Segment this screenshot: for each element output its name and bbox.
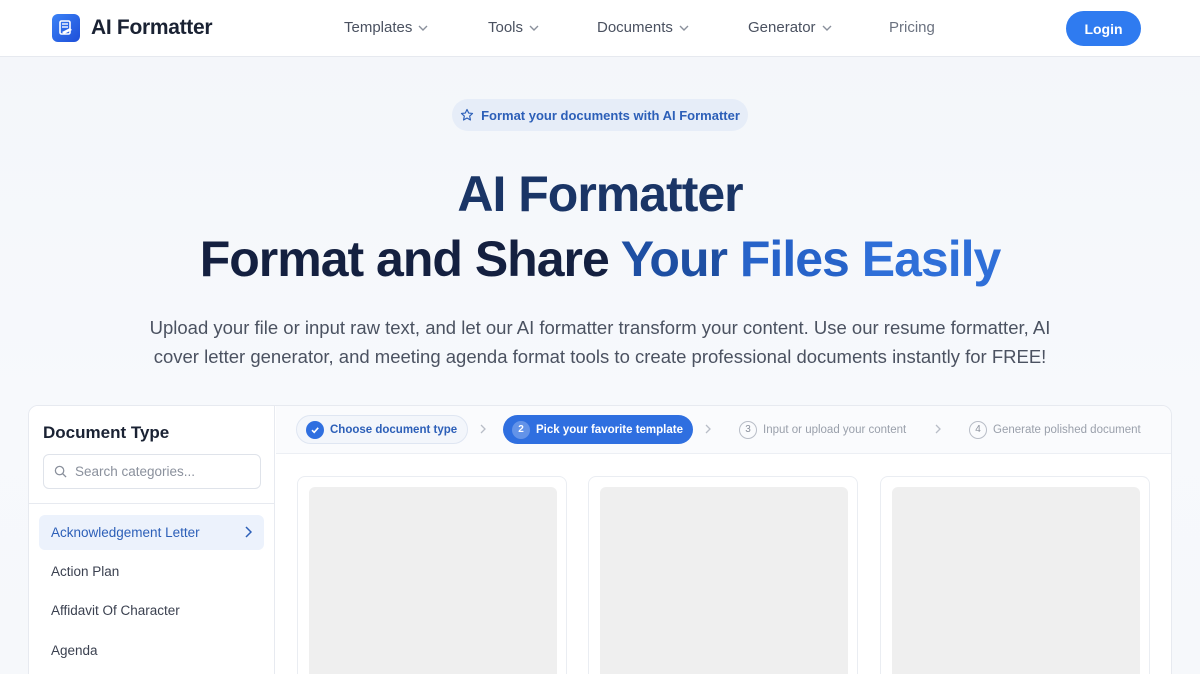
nav-label: Pricing bbox=[889, 19, 935, 36]
subtitle-part: Easily bbox=[861, 231, 1002, 287]
chevron-down-icon bbox=[822, 25, 832, 31]
category-label: Affidavit Of Character bbox=[51, 603, 180, 618]
check-icon bbox=[306, 420, 324, 439]
description-line: Upload your file or input raw text, and … bbox=[149, 317, 1051, 338]
template-card[interactable] bbox=[880, 476, 1150, 674]
step-choose-document-type[interactable]: Choose document type bbox=[296, 415, 469, 444]
template-thumbnail bbox=[309, 487, 557, 674]
category-item-action-plan[interactable]: Action Plan bbox=[39, 554, 264, 589]
chevron-right-icon bbox=[935, 424, 941, 434]
chevron-right-icon bbox=[705, 424, 711, 434]
login-button[interactable]: Login bbox=[1066, 11, 1141, 46]
search-icon bbox=[54, 465, 67, 478]
nav-tools[interactable]: Tools bbox=[488, 19, 539, 36]
subtitle-part: Format and Share bbox=[199, 231, 610, 287]
template-card[interactable] bbox=[297, 476, 567, 674]
nav-pricing[interactable]: Pricing bbox=[889, 19, 935, 36]
template-thumbnail bbox=[600, 487, 848, 674]
top-header: AI Formatter Templates Tools Documents G… bbox=[0, 0, 1200, 57]
description-line: cover letter generator, and meeting agen… bbox=[153, 346, 1047, 367]
nav-documents[interactable]: Documents bbox=[597, 19, 689, 36]
star-icon bbox=[460, 108, 474, 121]
category-label: Action Plan bbox=[51, 564, 120, 579]
chevron-right-icon bbox=[245, 526, 252, 538]
nav-label: Documents bbox=[597, 19, 673, 36]
steps-bar: Choose document type 2 Pick your favorit… bbox=[276, 406, 1171, 454]
brand-logo[interactable]: AI Formatter bbox=[52, 14, 213, 42]
chevron-right-icon bbox=[480, 424, 486, 434]
hero-subtitle: Format and Share Your Files Easily bbox=[0, 229, 1200, 289]
subtitle-part: Files bbox=[739, 231, 850, 287]
logo-icon bbox=[52, 14, 80, 42]
template-card[interactable] bbox=[588, 476, 858, 674]
search-input[interactable] bbox=[75, 464, 255, 479]
hero-title: AI Formatter bbox=[457, 166, 743, 222]
step-number: 3 bbox=[739, 420, 757, 439]
template-thumbnail bbox=[892, 487, 1140, 674]
step-pick-template[interactable]: 2 Pick your favorite template bbox=[503, 415, 693, 444]
category-item-affidavit-of-character[interactable]: Affidavit Of Character bbox=[39, 593, 264, 628]
step-label: Input or upload your content bbox=[763, 423, 907, 436]
step-label: Pick your favorite template bbox=[536, 423, 683, 436]
subtitle-part: Your bbox=[620, 231, 728, 287]
nav-templates[interactable]: Templates bbox=[344, 19, 428, 36]
hero-badge: Format your documents with AI Formatter bbox=[452, 99, 748, 131]
divider bbox=[29, 503, 275, 504]
category-item-acknowledgement-letter[interactable]: Acknowledgement Letter bbox=[39, 515, 264, 550]
nav-label: Templates bbox=[344, 19, 413, 36]
nav-label: Generator bbox=[748, 19, 816, 36]
sidebar-title: Document Type bbox=[43, 423, 170, 442]
hero-description: Upload your file or input raw text, and … bbox=[100, 313, 1100, 371]
chevron-down-icon bbox=[529, 25, 539, 31]
step-label: Choose document type bbox=[330, 423, 458, 436]
nav-generator[interactable]: Generator bbox=[748, 19, 832, 36]
document-type-sidebar: Document Type Acknowledgement Letter Act… bbox=[29, 406, 275, 674]
formatter-panel: Document Type Acknowledgement Letter Act… bbox=[28, 405, 1172, 674]
step-number: 4 bbox=[969, 420, 987, 439]
step-generate-document[interactable]: 4 Generate polished document bbox=[965, 415, 1145, 444]
category-item-agenda[interactable]: Agenda bbox=[39, 633, 264, 668]
nav-label: Tools bbox=[488, 19, 524, 36]
brand-name: AI Formatter bbox=[91, 16, 213, 39]
category-label: Acknowledgement Letter bbox=[51, 525, 200, 540]
step-label: Generate polished document bbox=[993, 423, 1141, 436]
chevron-down-icon bbox=[679, 25, 689, 31]
category-search[interactable] bbox=[43, 454, 261, 489]
category-label: Agenda bbox=[51, 643, 98, 658]
step-input-content[interactable]: 3 Input or upload your content bbox=[735, 415, 910, 444]
badge-text: Format your documents with AI Formatter bbox=[481, 107, 740, 123]
chevron-down-icon bbox=[418, 25, 428, 31]
step-number: 2 bbox=[512, 420, 530, 439]
